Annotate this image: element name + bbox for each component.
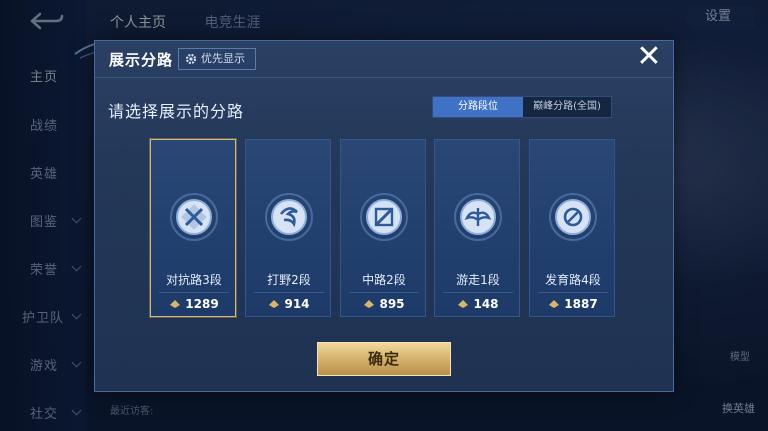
close-button[interactable]: ✕ [636, 42, 662, 72]
lane-card-farm[interactable]: 发育路4段 1887 [529, 139, 615, 317]
lane-rank-label: 游走1段 [456, 273, 500, 287]
card-divider [443, 292, 513, 293]
lane-rank-label: 对抗路3段 [166, 273, 222, 287]
lane-score-value: 1289 [185, 297, 219, 311]
points-icon [170, 300, 181, 308]
lane-card-mid[interactable]: 中路2段 895 [340, 139, 426, 317]
priority-display-button[interactable]: 优先显示 [178, 48, 256, 70]
dialog-subtitle: 请选择展示的分路 [108, 102, 245, 121]
lane-score: 914 [246, 297, 332, 311]
swirl-icon [265, 193, 313, 241]
lane-mode-toggle: 分路段位 巅峰分路(全国) [432, 96, 612, 118]
dialog-title: 展示分路 [109, 51, 174, 69]
lane-score: 148 [435, 297, 521, 311]
tab-peak-lane-national[interactable]: 巅峰分路(全国) [523, 97, 611, 117]
lane-score: 1887 [530, 297, 616, 311]
points-icon [458, 300, 469, 308]
card-divider [159, 292, 229, 293]
lane-score-value: 895 [379, 297, 405, 311]
lane-score: 895 [341, 297, 427, 311]
staff-icon [360, 193, 408, 241]
dialog-header: 展示分路 优先显示 [95, 41, 673, 78]
lane-rank-label: 发育路4段 [545, 273, 601, 287]
lane-score: 1289 [151, 297, 237, 311]
lane-score-value: 148 [473, 297, 499, 311]
priority-display-label: 优先显示 [201, 52, 245, 65]
sword-crossed-icon [170, 193, 218, 241]
points-icon [364, 300, 375, 308]
lane-score-value: 914 [284, 297, 310, 311]
lane-score-value: 1887 [564, 297, 598, 311]
wings-icon [454, 193, 502, 241]
lane-card-jungle[interactable]: 打野2段 914 [245, 139, 331, 317]
tab-lane-rank[interactable]: 分路段位 [433, 97, 523, 117]
card-divider [538, 292, 608, 293]
card-divider [254, 292, 324, 293]
target-icon [549, 193, 597, 241]
lane-rank-label: 打野2段 [267, 273, 311, 287]
gear-icon [185, 53, 197, 65]
lane-card-top[interactable]: 对抗路3段 1289 [150, 139, 236, 317]
card-divider [349, 292, 419, 293]
lane-rank-label: 中路2段 [362, 273, 406, 287]
confirm-button[interactable]: 确定 [317, 342, 451, 376]
points-icon [549, 300, 560, 308]
lane-card-roam[interactable]: 游走1段 148 [434, 139, 520, 317]
points-icon [269, 300, 280, 308]
